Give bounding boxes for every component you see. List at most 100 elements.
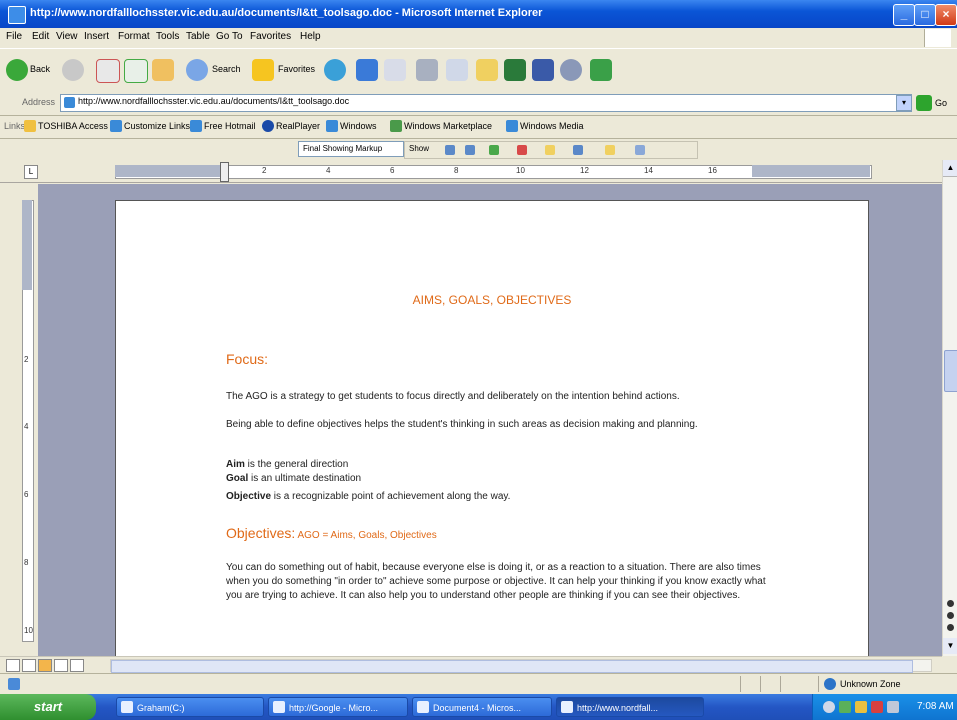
tray-power-icon[interactable] (855, 701, 867, 713)
security-zone-label: Unknown Zone (840, 679, 901, 689)
status-divider (818, 676, 819, 692)
reject-change-icon[interactable] (517, 145, 527, 155)
ruler-number: 2 (262, 166, 267, 175)
link-windows-media[interactable]: Windows Media (520, 121, 584, 131)
ruler-number: 12 (580, 166, 589, 175)
address-dropdown-arrow-icon[interactable]: ▾ (896, 95, 912, 111)
ie-icon (561, 701, 573, 713)
clock[interactable]: 7:08 AM (917, 701, 954, 712)
next-change-icon[interactable] (465, 145, 475, 155)
normal-view-icon[interactable] (6, 659, 20, 672)
go-button[interactable]: Go (935, 98, 947, 108)
web-layout-view-icon[interactable] (22, 659, 36, 672)
track-changes-icon[interactable] (573, 145, 583, 155)
menu-tools[interactable]: Tools (156, 31, 179, 42)
objectives-heading: Objectives: AGO = Aims, Goals, Objective… (226, 525, 437, 541)
select-browse-object-icon[interactable] (947, 612, 954, 619)
taskbar-item-label: Graham(C:) (137, 703, 185, 713)
standard-toolbar: Back Search Favorites (0, 48, 957, 92)
markup-display-select[interactable]: Final Showing Markup (298, 141, 404, 157)
search-icon[interactable] (186, 59, 208, 81)
taskbar-item[interactable]: http://Google - Micro... (268, 697, 408, 717)
ie-page-icon (326, 120, 338, 132)
forward-arrow-icon[interactable] (62, 59, 84, 81)
menu-goto[interactable]: Go To (216, 31, 243, 42)
go-arrow-icon[interactable] (916, 95, 932, 111)
reviewing-pane-icon[interactable] (605, 145, 615, 155)
vertical-ruler-number: 10 (24, 626, 33, 635)
excel-icon[interactable] (504, 59, 526, 81)
menu-table[interactable]: Table (186, 31, 210, 42)
next-page-icon[interactable] (947, 624, 954, 631)
previous-change-icon[interactable] (445, 145, 455, 155)
stop-icon[interactable] (96, 59, 120, 83)
menu-edit[interactable]: Edit (32, 31, 49, 42)
back-button-label[interactable]: Back (30, 64, 50, 74)
folder-icon[interactable] (476, 59, 498, 81)
research-icon[interactable] (590, 59, 612, 81)
close-button[interactable]: × (935, 4, 957, 26)
horizontal-scroll-thumb[interactable] (111, 660, 913, 673)
tray-volume-icon[interactable] (887, 701, 899, 713)
previous-page-icon[interactable] (947, 600, 954, 607)
menu-file[interactable]: File (6, 31, 22, 42)
objective-term: Objective (226, 491, 272, 502)
reading-layout-view-icon[interactable] (70, 659, 84, 672)
outline-view-icon[interactable] (54, 659, 68, 672)
address-url[interactable]: http://www.nordfalllochsster.vic.edu.au/… (78, 96, 349, 106)
page-status-icon (8, 678, 20, 690)
tab-selector-button[interactable]: L (24, 165, 38, 179)
link-windows[interactable]: Windows (340, 121, 377, 131)
home-icon[interactable] (152, 59, 174, 81)
tray-alert-icon[interactable] (871, 701, 883, 713)
tray-network-icon[interactable] (823, 701, 835, 713)
menu-view[interactable]: View (56, 31, 78, 42)
messenger-icon[interactable] (560, 59, 582, 81)
insert-comment-icon[interactable] (545, 145, 555, 155)
media-icon[interactable] (324, 59, 346, 81)
horizontal-scroll-track[interactable] (110, 659, 932, 673)
search-button-label[interactable]: Search (212, 64, 241, 74)
refresh-icon[interactable] (124, 59, 148, 83)
menu-favorites[interactable]: Favorites (250, 31, 291, 42)
indent-marker[interactable] (220, 162, 229, 182)
taskbar-item-active[interactable]: http://www.nordfall... (556, 697, 704, 717)
mail-icon[interactable] (384, 59, 406, 81)
ruler-left-margin (115, 165, 225, 177)
start-button[interactable]: start (0, 694, 96, 720)
word-icon[interactable] (532, 59, 554, 81)
show-menu-button[interactable]: Show (409, 144, 429, 153)
maximize-button[interactable]: □ (914, 4, 936, 26)
accept-change-icon[interactable] (489, 145, 499, 155)
favorites-button-label[interactable]: Favorites (278, 64, 315, 74)
menu-insert[interactable]: Insert (84, 31, 109, 42)
vertical-scrollbar[interactable]: ▲ ▼ (942, 160, 957, 656)
document-page[interactable]: AIMS, GOALS, OBJECTIVES Focus: The AGO i… (115, 200, 869, 662)
back-arrow-icon[interactable] (6, 59, 28, 81)
link-toshiba-access[interactable]: TOSHIBA Access (38, 121, 108, 131)
menu-format[interactable]: Format (118, 31, 150, 42)
link-realplayer[interactable]: RealPlayer (276, 121, 320, 131)
taskbar-item[interactable]: Graham(C:) (116, 697, 264, 717)
focus-paragraph-2: Being able to define objectives helps th… (226, 419, 698, 430)
window-title: http://www.nordfalllochsster.vic.edu.au/… (30, 7, 543, 19)
link-windows-marketplace[interactable]: Windows Marketplace (404, 121, 492, 131)
edit-icon[interactable] (446, 59, 468, 81)
window-title-bar[interactable]: http://www.nordfalllochsster.vic.edu.au/… (0, 0, 957, 28)
scroll-down-arrow-icon[interactable]: ▼ (943, 638, 957, 654)
link-free-hotmail[interactable]: Free Hotmail (204, 121, 256, 131)
minimize-button[interactable]: _ (893, 4, 915, 26)
address-label: Address (22, 97, 56, 107)
taskbar-item[interactable]: Document4 - Micros... (412, 697, 552, 717)
history-icon[interactable] (356, 59, 378, 81)
print-icon[interactable] (416, 59, 438, 81)
link-customize-links[interactable]: Customize Links (124, 121, 190, 131)
send-icon[interactable] (635, 145, 645, 155)
menu-help[interactable]: Help (300, 31, 321, 42)
print-layout-view-icon[interactable] (38, 659, 52, 672)
scroll-up-arrow-icon[interactable]: ▲ (943, 160, 957, 177)
favorites-star-icon[interactable] (252, 59, 274, 81)
ie-icon (273, 701, 285, 713)
tray-security-icon[interactable] (839, 701, 851, 713)
vertical-scroll-thumb[interactable] (944, 350, 957, 392)
